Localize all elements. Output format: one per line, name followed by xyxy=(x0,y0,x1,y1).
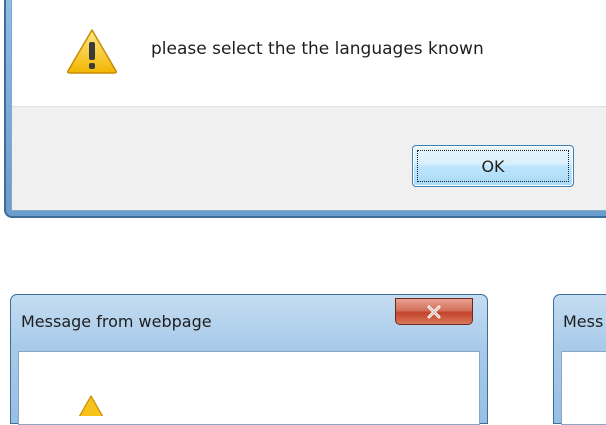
close-icon xyxy=(427,305,441,318)
dialog-title: Message from webpage xyxy=(21,312,212,331)
warning-icon xyxy=(67,29,117,74)
close-button[interactable] xyxy=(395,298,473,325)
alert-dialog-bottom-right: Mess xyxy=(553,294,606,425)
dialog-title: Mess xyxy=(563,312,604,331)
message-area: please select the the languages known xyxy=(12,0,606,106)
warning-icon xyxy=(78,395,104,416)
ok-button-label: OK xyxy=(481,156,505,176)
ok-button[interactable]: OK xyxy=(412,145,574,187)
alert-message: please select the the languages known xyxy=(151,39,484,59)
dialog-client-area xyxy=(561,351,606,425)
